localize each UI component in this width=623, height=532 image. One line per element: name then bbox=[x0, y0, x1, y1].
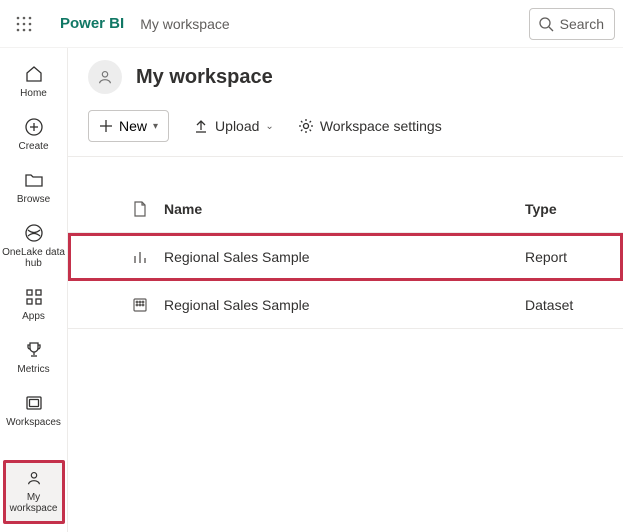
home-icon bbox=[24, 64, 44, 84]
search-input[interactable]: Search bbox=[529, 8, 615, 40]
nav-browse[interactable]: Browse bbox=[0, 162, 68, 215]
nav-metrics-label: Metrics bbox=[17, 364, 49, 375]
nav-workspaces[interactable]: Workspaces bbox=[0, 385, 68, 438]
upload-button[interactable]: Upload ⌄ bbox=[193, 118, 274, 134]
row-type: Dataset bbox=[525, 297, 615, 313]
gear-icon bbox=[298, 118, 314, 134]
table-header: Name Type bbox=[68, 185, 623, 233]
row-type: Report bbox=[525, 249, 615, 265]
upload-label: Upload bbox=[215, 118, 259, 134]
workspace-avatar bbox=[88, 60, 122, 94]
new-label: New bbox=[119, 118, 147, 134]
main-content: My workspace New ▾ Upload ⌄ bbox=[68, 48, 623, 532]
settings-label: Workspace settings bbox=[320, 118, 442, 134]
toolbar: New ▾ Upload ⌄ Workspace settings bbox=[68, 102, 623, 157]
table-row[interactable]: Regional Sales Sample Dataset bbox=[68, 281, 623, 329]
workspaces-icon bbox=[24, 393, 44, 413]
dataset-icon bbox=[116, 297, 164, 313]
nav-apps-label: Apps bbox=[22, 311, 45, 322]
person-icon bbox=[24, 468, 44, 488]
chevron-down-icon: ⌄ bbox=[265, 121, 273, 132]
breadcrumb[interactable]: My workspace bbox=[140, 16, 229, 32]
workspace-settings-button[interactable]: Workspace settings bbox=[298, 118, 442, 134]
row-name: Regional Sales Sample bbox=[164, 297, 525, 313]
nav-create[interactable]: Create bbox=[0, 109, 68, 162]
brand-name[interactable]: Power BI bbox=[60, 15, 124, 32]
report-icon bbox=[116, 249, 164, 265]
folder-icon bbox=[24, 170, 44, 190]
workspace-title: My workspace bbox=[136, 66, 273, 89]
file-icon bbox=[116, 201, 164, 217]
workspace-header: My workspace bbox=[68, 48, 623, 102]
trophy-icon bbox=[24, 340, 44, 360]
new-button[interactable]: New ▾ bbox=[88, 110, 169, 142]
nav-metrics[interactable]: Metrics bbox=[0, 332, 68, 385]
col-type[interactable]: Type bbox=[525, 201, 615, 217]
datahub-icon bbox=[24, 223, 44, 243]
top-bar: Power BI My workspace Search bbox=[0, 0, 623, 48]
app-launcher-icon[interactable] bbox=[8, 8, 40, 40]
upload-icon bbox=[193, 118, 209, 134]
nav-my-workspace-label: My workspace bbox=[6, 492, 62, 514]
nav-datahub[interactable]: OneLake data hub bbox=[0, 215, 68, 279]
nav-rail: Home Create Browse OneLake data hub Apps bbox=[0, 48, 68, 532]
search-icon bbox=[538, 16, 554, 32]
nav-workspaces-label: Workspaces bbox=[6, 417, 61, 428]
table-row[interactable]: Regional Sales Sample Report bbox=[68, 233, 623, 281]
apps-icon bbox=[24, 287, 44, 307]
plus-icon bbox=[99, 119, 113, 133]
nav-my-workspace[interactable]: My workspace bbox=[3, 460, 65, 524]
nav-home-label: Home bbox=[20, 88, 47, 99]
nav-create-label: Create bbox=[18, 141, 48, 152]
col-name[interactable]: Name bbox=[164, 201, 525, 217]
nav-home[interactable]: Home bbox=[0, 56, 68, 109]
plus-circle-icon bbox=[24, 117, 44, 137]
content-list: Name Type Regional Sales Sample Report R… bbox=[68, 157, 623, 329]
nav-browse-label: Browse bbox=[17, 194, 50, 205]
nav-apps[interactable]: Apps bbox=[0, 279, 68, 332]
search-placeholder: Search bbox=[560, 16, 604, 32]
chevron-down-icon: ▾ bbox=[153, 121, 158, 132]
nav-datahub-label: OneLake data hub bbox=[0, 247, 68, 269]
row-name: Regional Sales Sample bbox=[164, 249, 525, 265]
